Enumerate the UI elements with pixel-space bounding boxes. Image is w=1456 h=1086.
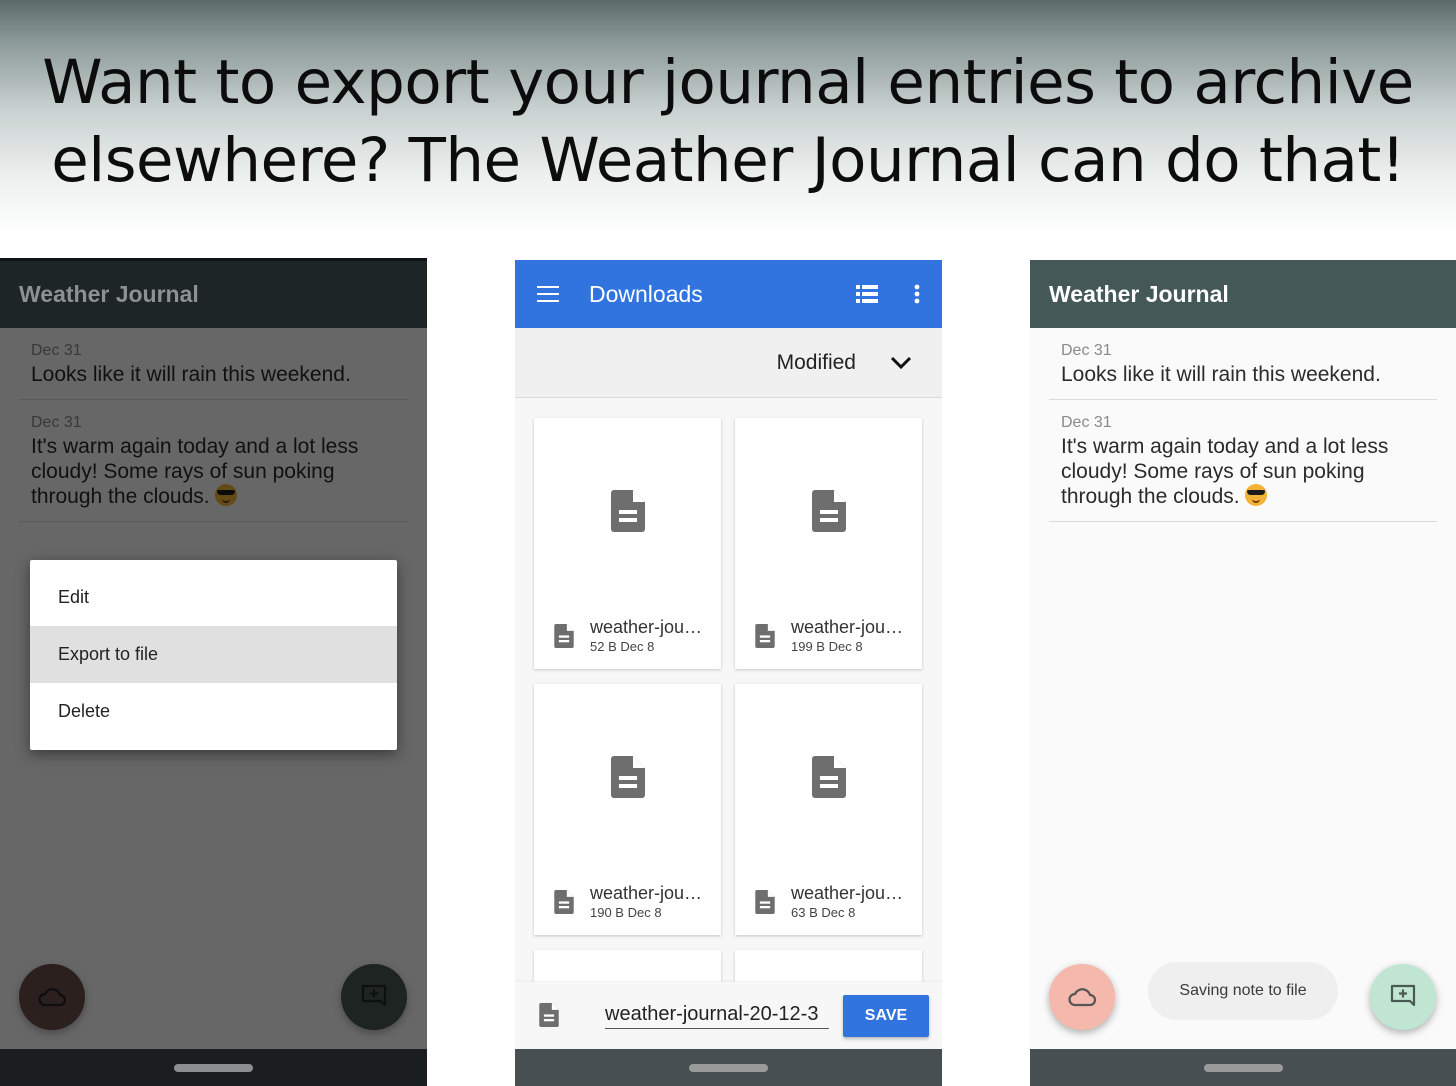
home-gesture-handle[interactable] [1203, 1063, 1283, 1072]
list-view-icon[interactable] [856, 285, 878, 303]
document-icon [611, 490, 645, 532]
file-info: 190 B Dec 8 [590, 904, 702, 922]
document-icon [554, 624, 574, 648]
headline-line-1: Want to export your journal entries to a… [42, 47, 1414, 118]
entry-text-content: Looks like it will rain this weekend. [1061, 363, 1381, 386]
app-title: Weather Journal [19, 281, 199, 307]
cloud-icon [1068, 988, 1097, 1007]
file-info: 63 B Dec 8 [791, 904, 903, 922]
sunglasses-emoji-icon [1245, 484, 1268, 506]
file-date: Dec 8 [828, 639, 863, 654]
document-icon [755, 890, 775, 914]
file-card[interactable]: weather-jou… 190 B Dec 8 [534, 684, 721, 935]
menu-item-export-to-file[interactable]: Export to file [30, 626, 397, 683]
snackbar: Saving note to file [1148, 962, 1338, 1020]
file-name: weather-jou… [590, 617, 703, 637]
journal-entry[interactable]: Dec 31 It's warm again today and a lot l… [1049, 400, 1437, 522]
entry-list: Dec 31 Looks like it will rain this week… [1049, 328, 1437, 522]
chevron-down-icon[interactable] [890, 356, 912, 370]
file-info: 52 B Dec 8 [590, 638, 702, 656]
app-title: Weather Journal [1049, 280, 1229, 307]
entry-text-content: It's warm again today and a lot less clo… [1061, 435, 1389, 508]
file-name: weather-jou… [590, 883, 703, 903]
downloads-save-screen: Downloads Modified weather-jou… 52 B Dec… [515, 260, 942, 1086]
app-bar: Downloads [515, 260, 942, 328]
file-size: 199 B [791, 639, 825, 654]
document-icon [554, 890, 574, 914]
journal-entry[interactable]: Dec 31 Looks like it will rain this week… [1049, 328, 1437, 400]
file-info: 199 B Dec 8 [791, 638, 903, 656]
file-card[interactable]: weather-jou… 52 B Dec 8 [534, 418, 721, 669]
entry-date: Dec 31 [1061, 414, 1112, 431]
app-bar: Weather Journal [0, 261, 427, 328]
menu-item-edit[interactable]: Edit [30, 569, 397, 626]
navigation-bar [515, 1049, 942, 1086]
document-icon [539, 1003, 559, 1027]
file-card[interactable]: weather-jou… 199 B Dec 8 [735, 418, 922, 669]
weather-fab[interactable] [1049, 964, 1115, 1030]
file-date: Dec 8 [627, 905, 662, 920]
journal-screen-saving: Weather Journal Dec 31 Looks like it wil… [1030, 260, 1456, 1086]
navigation-bar [0, 1049, 427, 1086]
filename-input[interactable]: weather-journal-20-12-3 [605, 1003, 829, 1029]
document-icon [755, 624, 775, 648]
document-icon [812, 756, 846, 798]
document-icon [611, 756, 645, 798]
journal-screen-context-menu: Weather Journal Dec 31 Looks like it wil… [0, 258, 427, 1086]
add-entry-fab[interactable] [1370, 964, 1436, 1030]
file-date: Dec 8 [620, 639, 655, 654]
file-size: 63 B [791, 905, 818, 920]
menu-item-delete[interactable]: Delete [30, 683, 397, 740]
entry-date: Dec 31 [1061, 342, 1112, 359]
sort-label[interactable]: Modified [777, 351, 856, 375]
home-gesture-handle[interactable] [689, 1063, 768, 1072]
file-size: 190 B [590, 905, 624, 920]
context-menu: Edit Export to file Delete [30, 560, 397, 750]
entry-text: Looks like it will rain this weekend. [1049, 360, 1437, 399]
document-icon [812, 490, 846, 532]
app-title: Downloads [589, 280, 703, 307]
file-name: weather-jou… [791, 883, 904, 903]
file-size: 52 B [590, 639, 617, 654]
hamburger-icon[interactable] [537, 286, 559, 302]
app-bar: Weather Journal [1030, 260, 1456, 328]
file-date: Dec 8 [821, 905, 856, 920]
save-button[interactable]: SAVE [843, 994, 929, 1037]
home-gesture-handle[interactable] [174, 1063, 253, 1072]
navigation-bar [1030, 1049, 1456, 1086]
add-comment-icon [1390, 984, 1416, 1007]
headline-line-2: elsewhere? The Weather Journal can do th… [51, 125, 1405, 196]
file-name: weather-jou… [791, 617, 904, 637]
more-vert-icon[interactable] [914, 284, 920, 304]
file-card[interactable]: weather-jou… 63 B Dec 8 [735, 684, 922, 935]
sort-bar[interactable]: Modified [515, 328, 942, 398]
save-bar: weather-journal-20-12-3 SAVE [515, 982, 942, 1049]
headline: Want to export your journal entries to a… [0, 44, 1456, 200]
entry-text: It's warm again today and a lot less clo… [1049, 432, 1437, 521]
